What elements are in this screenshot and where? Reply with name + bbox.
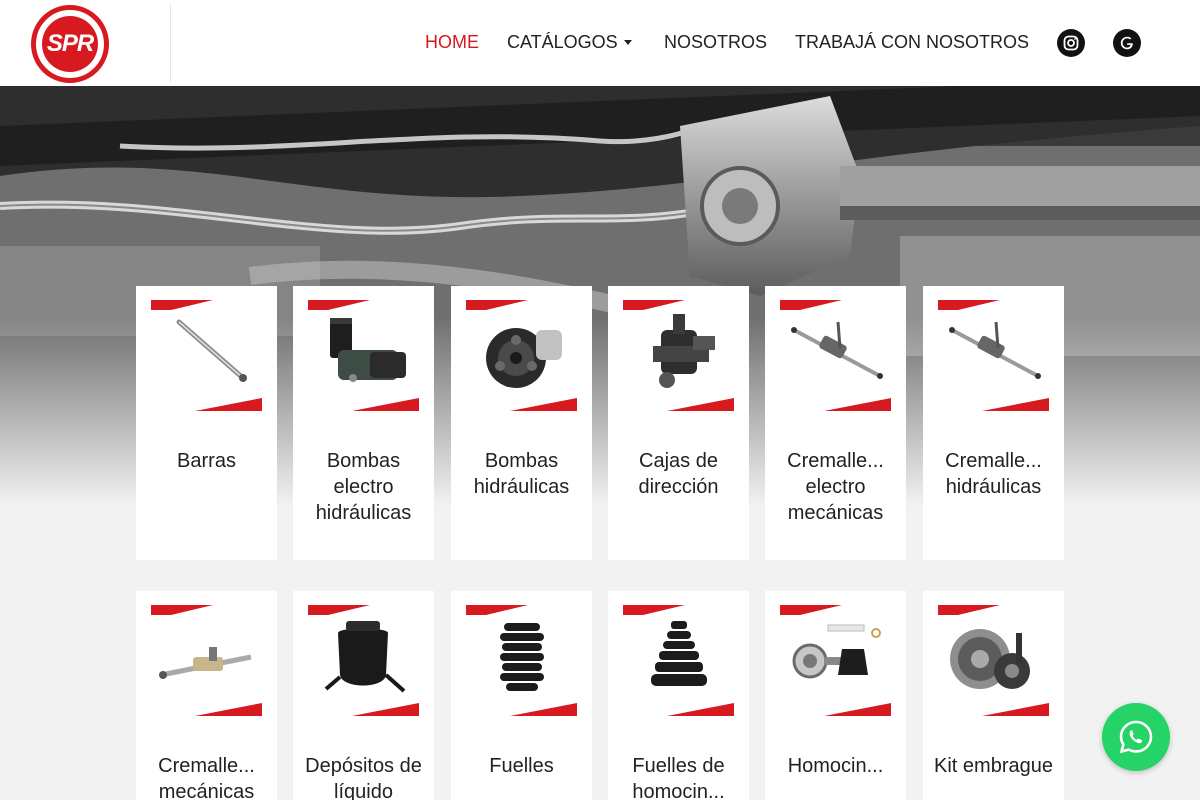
category-label: Bombas hidráulicas <box>473 450 570 498</box>
category-label: Cremalle... mecánicas <box>158 755 255 800</box>
category-card[interactable]: Fuelles de homocin... <box>608 591 749 800</box>
nav-catalogos[interactable]: CATÁLOGOS <box>507 32 632 53</box>
category-label: Kit embrague <box>934 755 1053 777</box>
steering-rack-icon <box>938 300 1049 411</box>
header-divider <box>170 4 171 82</box>
hydraulic-pump-icon <box>466 300 577 411</box>
nav-nosotros[interactable]: NOSOTROS <box>664 32 767 53</box>
category-card[interactable]: Depósitos de líquido <box>293 591 434 800</box>
spr-logo[interactable]: SPR <box>31 5 109 83</box>
cv-boot-icon <box>623 605 734 716</box>
category-label: Fuelles <box>489 755 554 777</box>
clutch-kit-icon <box>938 605 1049 716</box>
whatsapp-icon <box>1119 720 1153 754</box>
chevron-down-icon <box>623 40 632 45</box>
nav-trabaja[interactable]: TRABAJÁ CON NOSOTROS <box>795 32 1029 53</box>
mechanical-rack-icon <box>151 605 262 716</box>
instagram-icon[interactable] <box>1057 29 1085 57</box>
fluid-reservoir-icon <box>308 605 419 716</box>
cv-joint-icon <box>780 605 891 716</box>
category-card[interactable]: Fuelles <box>451 591 592 800</box>
category-card[interactable]: Cremalle... mecánicas <box>136 591 277 800</box>
category-card[interactable]: Cajas de dirección <box>608 286 749 560</box>
category-card[interactable]: Bombas hidráulicas <box>451 286 592 560</box>
category-card[interactable]: Barras <box>136 286 277 560</box>
category-label: Depósitos de líquido <box>305 755 422 800</box>
category-card[interactable]: Homocin... <box>765 591 906 800</box>
category-label: Cremalle... hidráulicas <box>945 450 1042 498</box>
nav-home[interactable]: HOME <box>425 32 479 53</box>
google-glyph <box>1120 36 1133 50</box>
category-label: Barras <box>177 450 236 472</box>
category-card[interactable]: Cremalle... electro mecánicas <box>765 286 906 560</box>
category-label: Fuelles de homocin... <box>632 755 725 800</box>
category-label: Cajas de dirección <box>638 450 719 498</box>
electro-hydraulic-pump-icon <box>308 300 419 411</box>
whatsapp-button[interactable] <box>1102 703 1170 771</box>
google-icon[interactable] <box>1113 29 1141 57</box>
instagram-glyph <box>1063 35 1079 51</box>
steering-bar-icon <box>151 300 262 411</box>
site-header: SPR HOME CATÁLOGOS NOSOTROS TRABAJÁ CON … <box>0 0 1200 86</box>
steering-box-icon <box>623 300 734 411</box>
category-label: Cremalle... electro mecánicas <box>787 450 884 524</box>
nav-catalogos-label: CATÁLOGOS <box>507 32 618 52</box>
category-card[interactable]: Bombas electro hidráulicas <box>293 286 434 560</box>
category-card[interactable]: Cremalle... hidráulicas <box>923 286 1064 560</box>
steering-rack-icon <box>780 300 891 411</box>
category-card[interactable]: Kit embrague <box>923 591 1064 800</box>
category-label: Bombas electro hidráulicas <box>315 450 412 524</box>
category-label: Homocin... <box>787 755 884 777</box>
logo-badge: SPR <box>42 16 98 72</box>
bellows-icon <box>466 605 577 716</box>
logo-text: SPR <box>46 30 94 57</box>
